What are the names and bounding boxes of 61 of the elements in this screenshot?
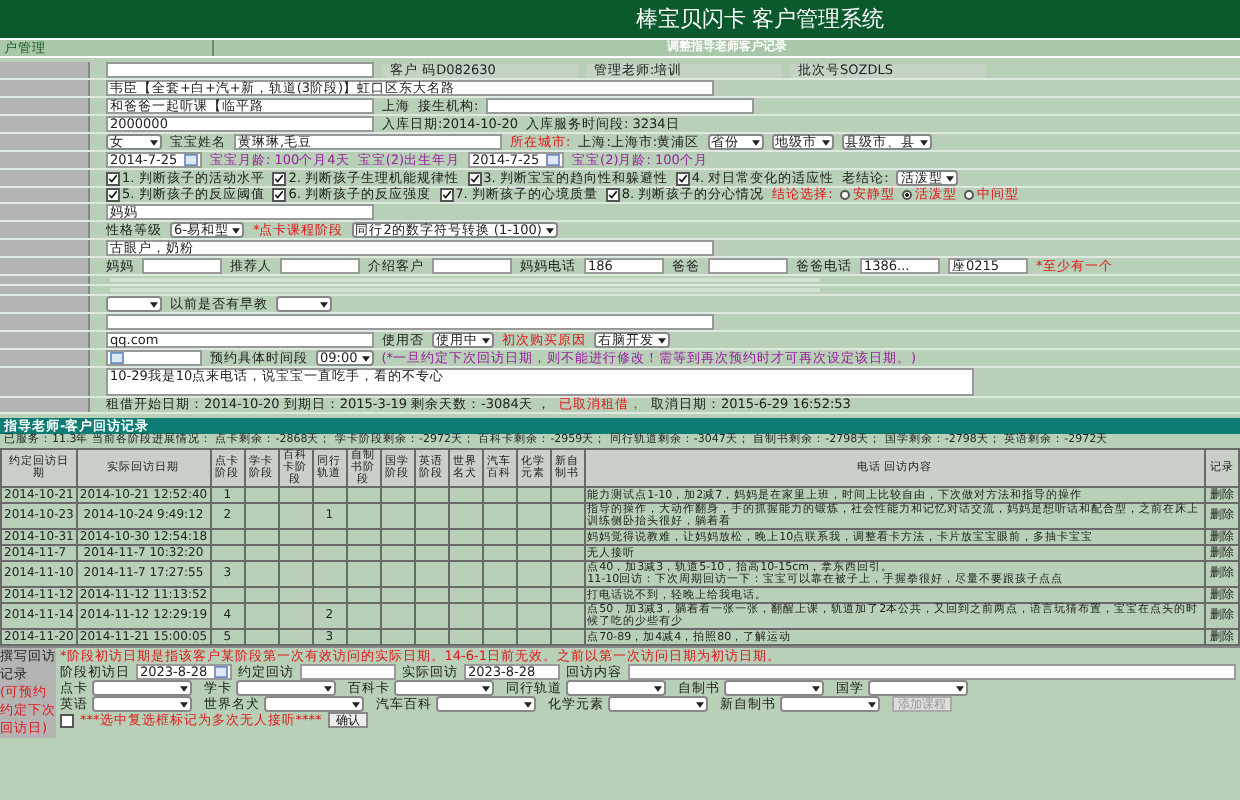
caret-icon <box>232 227 241 233</box>
caret-icon <box>482 337 490 343</box>
text-field[interactable] <box>106 62 374 78</box>
dropdown[interactable] <box>106 296 162 312</box>
dropdown[interactable] <box>780 696 880 712</box>
caret-icon <box>482 685 490 691</box>
calendar-icon <box>110 352 124 364</box>
checkbox[interactable] <box>60 713 74 727</box>
dropdown[interactable] <box>236 680 336 696</box>
calendar-icon <box>184 154 198 166</box>
dropdown[interactable] <box>724 680 824 696</box>
dropdown[interactable] <box>276 296 332 312</box>
checkbox-box[interactable] <box>439 188 454 202</box>
dropdown[interactable] <box>436 696 536 712</box>
caret-icon <box>320 301 328 307</box>
row-label-cell <box>0 368 90 396</box>
caret-icon <box>812 685 820 691</box>
text-field[interactable] <box>142 258 222 274</box>
checkbox-box[interactable] <box>106 171 120 185</box>
caret-icon <box>658 337 666 343</box>
dropdown[interactable] <box>92 680 192 696</box>
caret-icon <box>324 685 332 691</box>
app-title: 棒宝贝闪卡 客户管理系统 <box>635 4 885 34</box>
caret-icon <box>361 355 370 361</box>
dropdown[interactable] <box>868 680 968 696</box>
caret-icon <box>751 139 760 145</box>
caret-icon <box>956 685 964 691</box>
checkbox-box[interactable] <box>272 171 287 185</box>
text-field[interactable] <box>708 258 788 274</box>
text-field[interactable] <box>106 314 714 330</box>
text-field[interactable] <box>432 258 512 274</box>
dropdown[interactable] <box>92 696 192 712</box>
checkbox-box[interactable] <box>467 171 482 185</box>
caret-icon <box>180 685 188 691</box>
checkbox-box[interactable] <box>106 188 120 202</box>
text-field[interactable] <box>628 664 1236 680</box>
text-field[interactable] <box>486 98 755 114</box>
text-field[interactable] <box>280 258 360 274</box>
dropdown[interactable] <box>394 680 494 696</box>
caret-icon <box>946 175 955 181</box>
caret-icon <box>545 227 554 233</box>
caret-icon <box>821 139 830 145</box>
caret-icon <box>654 685 662 691</box>
caret-icon <box>352 701 360 707</box>
calendar-icon <box>546 154 561 166</box>
dropdown[interactable] <box>608 696 708 712</box>
caret-icon <box>524 701 532 707</box>
date-field[interactable] <box>106 350 202 366</box>
calendar-icon <box>214 666 228 678</box>
caret-icon <box>150 139 158 145</box>
checkbox-box[interactable] <box>675 171 690 185</box>
caret-icon <box>150 301 158 307</box>
checkbox-box[interactable] <box>272 188 287 202</box>
caret-icon <box>919 139 928 145</box>
caret-icon <box>868 701 876 707</box>
caret-icon <box>180 701 188 707</box>
dropdown[interactable] <box>566 680 666 696</box>
dropdown[interactable] <box>264 696 364 712</box>
checkbox-box[interactable] <box>605 188 620 202</box>
text-field[interactable] <box>300 664 396 680</box>
caret-icon <box>696 701 704 707</box>
